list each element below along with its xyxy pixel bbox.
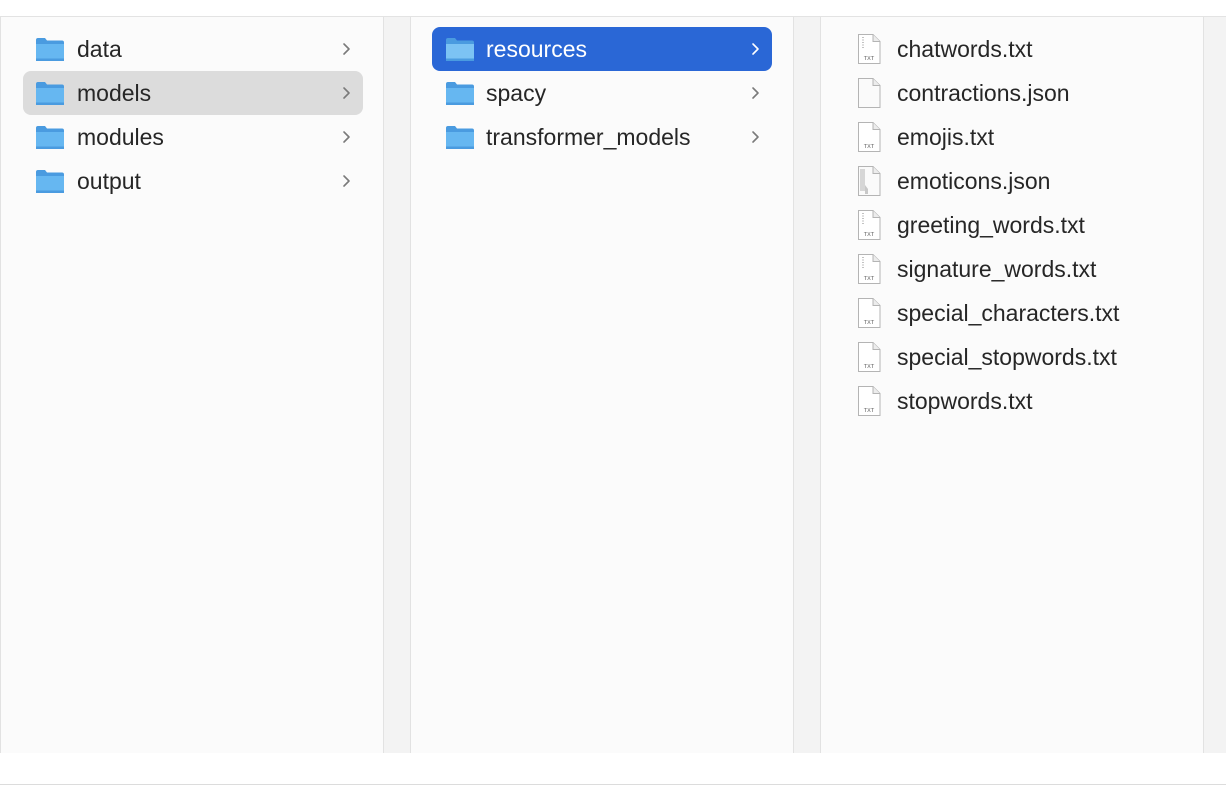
chevron-right-icon [339,159,353,203]
folder-row-transformer-models[interactable]: transformer_models [432,115,772,159]
txt-file-icon: TXT [858,386,881,416]
file-row[interactable]: TXT special_stopwords.txt [842,335,1182,379]
folder-label: modules [77,124,164,150]
folder-icon [446,82,474,105]
file-badge: TXT [864,276,875,282]
folder-row-modules[interactable]: modules [23,115,363,159]
column-resize-handle[interactable] [793,17,821,753]
json-file-icon [858,166,881,196]
txt-file-icon: TXT [858,122,881,152]
file-label: special_stopwords.txt [897,344,1117,370]
txt-file-icon: TXT [858,210,881,240]
file-label: contractions.json [897,80,1070,106]
file-badge: TXT [864,408,875,414]
column-1: data models modules output [0,17,383,753]
folder-label: spacy [486,80,547,106]
file-label: emoticons.json [897,168,1051,194]
folder-label: output [77,168,141,194]
txt-file-icon: TXT [858,34,881,64]
file-label: stopwords.txt [897,388,1033,414]
file-row[interactable]: TXT stopwords.txt [842,379,1182,423]
file-row[interactable]: TXT special_characters.txt [842,291,1182,335]
file-label: signature_words.txt [897,256,1097,282]
folder-icon [36,126,64,149]
file-badge: TXT [864,364,875,370]
folder-icon [36,38,64,61]
file-label: emojis.txt [897,124,995,150]
folder-row-output[interactable]: output [23,159,363,203]
txt-file-icon: TXT [858,342,881,372]
folder-row-data[interactable]: data [23,27,363,71]
chevron-right-icon [748,115,762,159]
column-2: resources spacy transformer_models [411,17,793,753]
file-badge: TXT [864,56,875,62]
column-resize-handle[interactable] [383,17,411,753]
finder-column-view: data models modules output resources spa… [0,0,1226,788]
file-label: special_characters.txt [897,300,1120,326]
file-row[interactable]: TXT greeting_words.txt [842,203,1182,247]
file-label: greeting_words.txt [897,212,1085,238]
file-row[interactable]: TXT signature_words.txt [842,247,1182,291]
column-3: TXT chatwords.txt contractions.json TXT … [821,17,1203,753]
folder-row-spacy[interactable]: spacy [432,71,772,115]
folder-label: transformer_models [486,124,691,150]
folder-label: data [77,36,122,62]
txt-file-icon: TXT [858,254,881,284]
column-resize-handle[interactable] [1203,17,1226,753]
blank-file-icon [858,78,881,108]
file-badge: TXT [864,144,875,150]
txt-file-icon: TXT [858,298,881,328]
folder-icon [446,38,474,61]
file-label: chatwords.txt [897,36,1033,62]
file-badge: TXT [864,232,875,238]
folder-row-models[interactable]: models [23,71,363,115]
file-row[interactable]: TXT chatwords.txt [842,27,1182,71]
chevron-right-icon [339,27,353,71]
folder-icon [36,82,64,105]
chevron-right-icon [339,71,353,115]
folder-icon [446,126,474,149]
folder-label: models [77,80,152,106]
file-row[interactable]: emoticons.json [842,159,1182,203]
folder-row-resources[interactable]: resources [432,27,772,71]
chevron-right-icon [339,115,353,159]
bottom-divider [0,784,1226,785]
chevron-right-icon [748,71,762,115]
chevron-right-icon [748,27,762,71]
file-badge: TXT [864,320,875,326]
file-row[interactable]: TXT emojis.txt [842,115,1182,159]
file-row[interactable]: contractions.json [842,71,1182,115]
folder-icon [36,170,64,193]
folder-label: resources [486,36,587,62]
